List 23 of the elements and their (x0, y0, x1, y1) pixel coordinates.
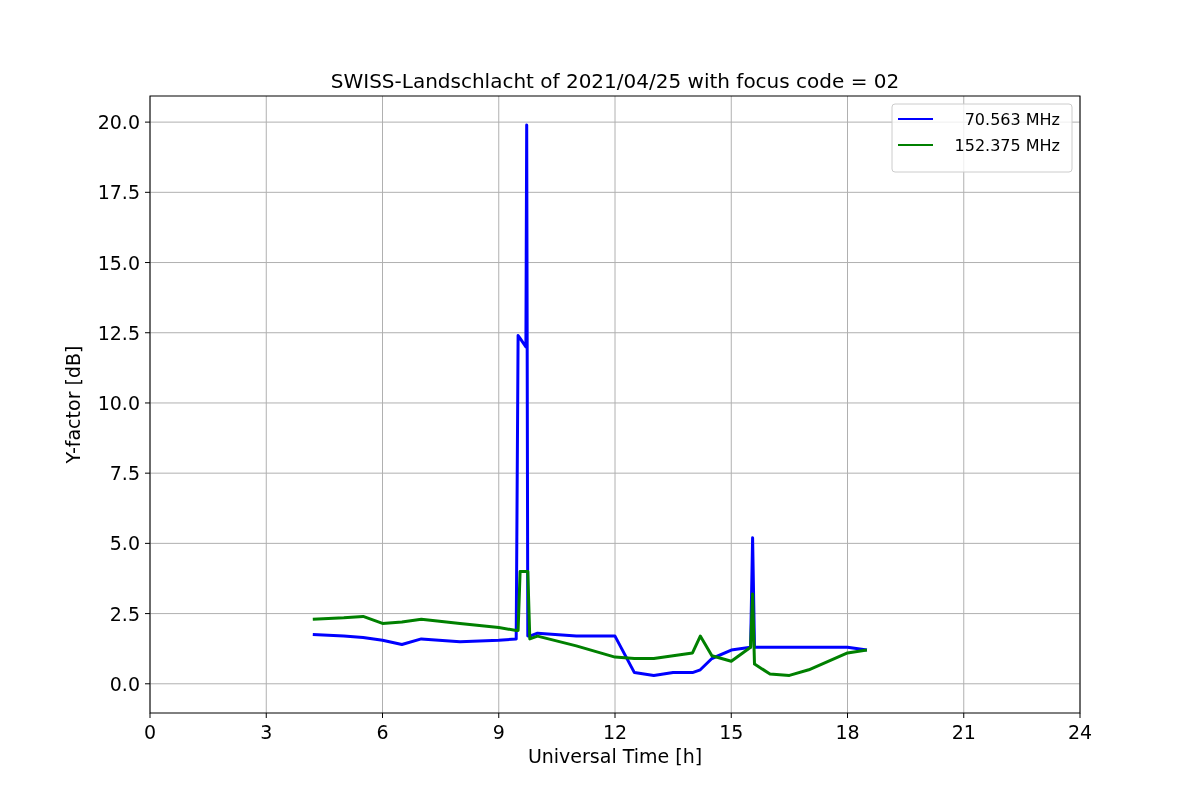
legend-label: 152.375 MHz (954, 136, 1060, 155)
x-tick-label: 9 (492, 721, 505, 743)
x-tick-label: 0 (143, 721, 157, 743)
x-tick-label: 12 (602, 721, 628, 743)
chart-title: SWISS-Landschlacht of 2021/04/25 with focus code = 02 (330, 69, 900, 93)
x-tick-label: 24 (1067, 721, 1093, 743)
x-axis-label: Universal Time [h] (527, 745, 703, 767)
x-tick-label: 6 (376, 721, 389, 743)
x-tick-label: 18 (835, 721, 860, 743)
y-tick-label: 2.5 (109, 602, 140, 625)
x-tick-label: 15 (719, 721, 744, 743)
x-tick-label: 21 (951, 721, 976, 743)
y-axis-label: Y-factor [dB] (62, 345, 84, 464)
y-tick-label: 12.5 (97, 321, 140, 344)
y-tick-label: 7.5 (109, 462, 140, 485)
y-tick-label: 17.5 (97, 181, 140, 204)
y-tick-label: 5.0 (109, 532, 140, 555)
legend-label: 70.563 MHz (964, 110, 1060, 129)
y-tick-label: 15.0 (97, 251, 140, 274)
y-tick-label: 0.0 (109, 672, 140, 695)
y-tick-label: 20.0 (97, 111, 140, 134)
x-tick-label: 3 (260, 721, 273, 743)
y-tick-label: 10.0 (97, 391, 140, 414)
